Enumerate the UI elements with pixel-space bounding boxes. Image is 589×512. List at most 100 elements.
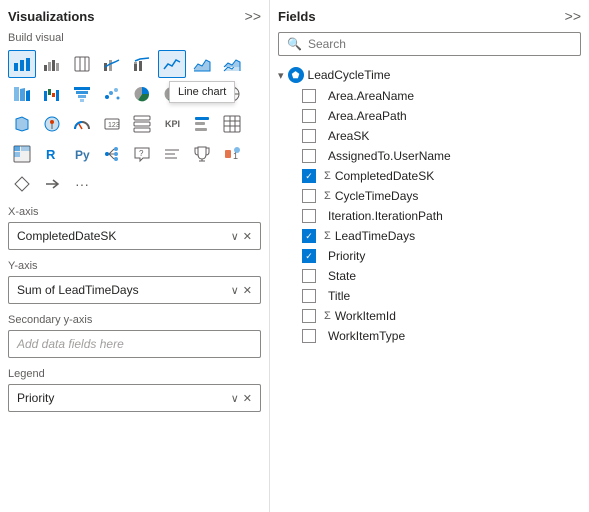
x-axis-value: CompletedDateSK (17, 229, 116, 243)
vis-icon-more[interactable]: ··· (68, 170, 96, 198)
x-axis-label: X-axis (8, 206, 261, 218)
fields-header: Fields >> (278, 8, 581, 24)
field-checkbox[interactable] (302, 149, 316, 163)
vis-icon-gauge[interactable] (68, 110, 96, 138)
x-axis-icons: ∨ ✕ (231, 230, 252, 243)
field-checkbox[interactable] (302, 229, 316, 243)
vis-icon-r-visual[interactable]: R (38, 140, 66, 168)
vis-icon-waterfall[interactable] (38, 80, 66, 108)
vis-icon-smart-narrative[interactable] (158, 140, 186, 168)
fields-panel: Fields >> 🔍 ▾ ⬟ LeadCycleTime Area.AreaN… (270, 0, 589, 512)
vis-icon-row-4: R Py (8, 140, 261, 168)
search-box[interactable]: 🔍 (278, 32, 581, 56)
field-checkbox[interactable] (302, 269, 316, 283)
field-item: Priority (278, 246, 581, 266)
legend-label: Legend (8, 368, 261, 380)
vis-icon-diamond[interactable] (8, 170, 36, 198)
vis-icon-pie[interactable] (128, 80, 156, 108)
field-checkbox[interactable] (302, 249, 316, 263)
legend-chevron[interactable]: ∨ (231, 392, 239, 405)
fields-expand-icon[interactable]: >> (565, 8, 581, 24)
vis-icon-grid: Line chart (8, 50, 261, 198)
field-item: ΣCycleTimeDays (278, 186, 581, 206)
vis-icon-row-5: ··· (8, 170, 261, 198)
x-axis-section: X-axis CompletedDateSK ∨ ✕ (8, 206, 261, 250)
vis-icon-area-chart[interactable] (188, 50, 216, 78)
vis-icon-azure-map[interactable] (38, 110, 66, 138)
vis-icon-stacked-bar[interactable] (8, 50, 36, 78)
build-visual-label: Build visual (8, 32, 261, 44)
field-checkbox[interactable] (302, 309, 316, 323)
secondary-y-axis-label: Secondary y-axis (8, 314, 261, 326)
field-sigma-icon: Σ (324, 310, 331, 322)
tree-db-icon: ⬟ (288, 67, 304, 83)
tree-chevron-icon: ▾ (278, 69, 284, 82)
x-axis-chevron[interactable]: ∨ (231, 230, 239, 243)
field-name: AreaSK (328, 129, 369, 143)
vis-icon-multirow-card[interactable] (128, 110, 156, 138)
field-name: Area.AreaPath (328, 109, 407, 123)
tree-root-name: LeadCycleTime (308, 68, 391, 82)
vis-icon-100-bar[interactable] (68, 50, 96, 78)
field-item: AreaSK (278, 126, 581, 146)
y-axis-section: Y-axis Sum of LeadTimeDays ∨ ✕ (8, 260, 261, 304)
tree-root[interactable]: ▾ ⬟ LeadCycleTime (278, 64, 581, 86)
fields-tree: ▾ ⬟ LeadCycleTime Area.AreaName Area.Area… (278, 64, 581, 504)
y-axis-chevron[interactable]: ∨ (231, 284, 239, 297)
field-name: CycleTimeDays (335, 189, 419, 203)
y-axis-close[interactable]: ✕ (243, 284, 252, 297)
field-item: ΣLeadTimeDays (278, 226, 581, 246)
vis-icon-slicer[interactable] (188, 110, 216, 138)
vis-icon-decomp-tree[interactable] (98, 140, 126, 168)
field-checkbox[interactable] (302, 129, 316, 143)
field-name: Area.AreaName (328, 89, 414, 103)
vis-icon-matrix[interactable] (8, 140, 36, 168)
vis-icon-line-chart[interactable]: Line chart (158, 50, 186, 78)
vis-icon-scatter[interactable] (98, 80, 126, 108)
vis-icon-qna[interactable]: ? (128, 140, 156, 168)
vis-icon-kpi[interactable]: KPI (158, 110, 186, 138)
x-axis-close[interactable]: ✕ (243, 230, 252, 243)
vis-icon-line-clustered[interactable] (98, 50, 126, 78)
field-checkbox[interactable] (302, 89, 316, 103)
visualizations-header: Visualizations >> (8, 8, 261, 24)
vis-icon-table[interactable] (218, 110, 246, 138)
search-input[interactable] (308, 37, 572, 51)
svg-text:R: R (46, 147, 56, 162)
vis-icon-stacked-area[interactable] (218, 50, 246, 78)
y-axis-field[interactable]: Sum of LeadTimeDays ∨ ✕ (8, 276, 261, 304)
y-axis-icons: ∨ ✕ (231, 284, 252, 297)
vis-icon-clustered-bar[interactable] (38, 50, 66, 78)
legend-close[interactable]: ✕ (243, 392, 252, 405)
field-checkbox[interactable] (302, 109, 316, 123)
secondary-y-axis-field[interactable]: Add data fields here (8, 330, 261, 358)
field-checkbox[interactable] (302, 329, 316, 343)
vis-icon-filled-map[interactable] (8, 110, 36, 138)
y-axis-label: Y-axis (8, 260, 261, 272)
vis-icon-funnel[interactable] (68, 80, 96, 108)
field-checkbox[interactable] (302, 289, 316, 303)
vis-icon-card[interactable]: 123 (98, 110, 126, 138)
search-icon: 🔍 (287, 37, 302, 51)
vis-icon-custom[interactable]: 1 (218, 140, 246, 168)
vis-icon-line-stacked[interactable] (128, 50, 156, 78)
vis-icon-trophy[interactable] (188, 140, 216, 168)
x-axis-field[interactable]: CompletedDateSK ∨ ✕ (8, 222, 261, 250)
field-checkbox[interactable] (302, 169, 316, 183)
field-item: ΣWorkItemId (278, 306, 581, 326)
vis-icon-python[interactable]: Py (68, 140, 96, 168)
svg-text:?: ? (139, 149, 144, 158)
vis-icon-arrow[interactable] (38, 170, 66, 198)
legend-field[interactable]: Priority ∨ ✕ (8, 384, 261, 412)
field-checkbox[interactable] (302, 189, 316, 203)
line-chart-tooltip: Line chart (169, 81, 235, 103)
field-name: CompletedDateSK (335, 169, 434, 183)
field-item: ΣCompletedDateSK (278, 166, 581, 186)
field-name: Title (328, 289, 350, 303)
svg-text:Py: Py (75, 148, 90, 162)
vis-icon-ribbon[interactable] (8, 80, 36, 108)
vis-icon-row-3: 123 KPI (8, 110, 261, 138)
visualizations-expand-icon[interactable]: >> (245, 8, 261, 24)
field-item: AssignedTo.UserName (278, 146, 581, 166)
field-checkbox[interactable] (302, 209, 316, 223)
